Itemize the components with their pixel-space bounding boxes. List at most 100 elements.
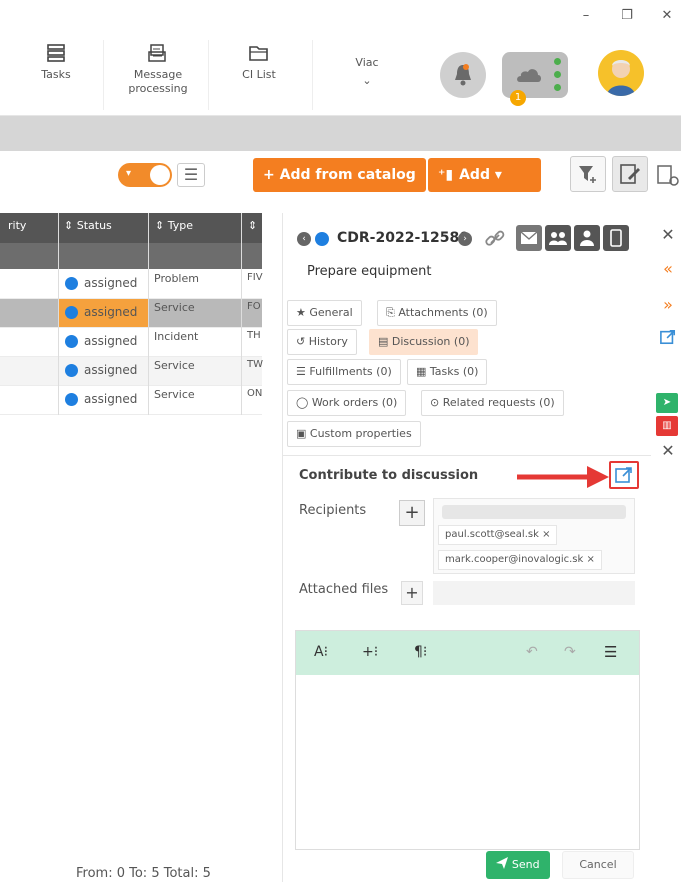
attached-files-field[interactable] [433,581,635,605]
close-window-button[interactable]: ✕ [657,8,677,23]
paragraph-format-button[interactable]: ¶⁝ [414,644,427,660]
list-format-button[interactable]: ☰ [604,643,617,661]
send-button[interactable]: Send [486,851,550,879]
font-format-button[interactable]: A⁝ [314,644,328,660]
filter-add-button[interactable] [570,156,606,192]
settings-button[interactable] [656,163,681,189]
open-in-new-window-button[interactable] [609,461,639,489]
tab-related-requests[interactable]: ⊙ Related requests (0) [421,390,564,416]
tasks-button[interactable]: Tasks [34,44,78,82]
column-header-type[interactable]: ⇕ Type [155,219,193,232]
tab-related-requests-label: Related requests (0) [442,396,555,409]
cancel-button[interactable]: Cancel [562,851,634,879]
sync-status-button[interactable]: 1 [502,52,568,106]
team-button[interactable] [545,225,571,251]
sync-count-badge: 1 [510,90,526,106]
recipient-email: mark.cooper@inovalogic.sk [445,554,584,565]
editor-toolbar: A⁝ +⁝ ¶⁝ ↶ ↷ ☰ [296,631,639,675]
undo-button[interactable]: ↶ [526,644,538,660]
tab-fulfillments-label: Fulfillments (0) [309,365,392,378]
notifications-button[interactable] [440,52,486,98]
next-column-cell: FO [247,301,261,312]
toolbar-divider [312,40,313,110]
ci-list-label: CI List [242,68,276,81]
tab-tasks-label: Tasks (0) [429,365,479,378]
tab-fulfillments[interactable]: ☰ Fulfillments (0) [287,359,401,385]
table-row[interactable]: assigned Service ON [0,386,262,415]
close-discussion-icon[interactable]: ✕ [658,441,678,460]
next-record-icon[interactable]: › [458,232,472,246]
remove-icon[interactable]: × [586,554,594,565]
status-cell: assigned [84,363,138,377]
recipient-tag[interactable]: mark.cooper@inovalogic.sk × [438,550,602,570]
tab-attachments[interactable]: ⎘ Attachments (0) [377,300,497,326]
type-cell: Problem [154,272,199,285]
add-from-catalog-button[interactable]: + Add from catalog [253,158,426,192]
tasks-label: Tasks [41,68,71,81]
restore-button[interactable]: ❐ [617,8,637,23]
insert-button[interactable]: +⁝ [362,644,378,660]
ticket-id: CDR-2022-12580 [337,230,469,246]
close-panel-icon[interactable]: ✕ [658,225,678,244]
tab-tasks[interactable]: ▦ Tasks (0) [407,359,488,385]
add-item-icon: ⁺▮ [438,167,454,183]
recipient-tag[interactable]: paul.scott@seal.sk × [438,525,558,545]
action-bar: ▾ ☰ + Add from catalog ⁺▮ Add ▾ [0,151,681,201]
column-header-status[interactable]: ⇕ Status [64,219,112,232]
send-quick-icon[interactable]: ➤ [656,393,678,413]
link-icon[interactable] [483,227,507,251]
main-toolbar: Tasks Message processing CI List Viac ⌄ … [0,34,681,116]
table-row[interactable]: assigned Service FO [0,299,262,328]
discussion-editor[interactable]: A⁝ +⁝ ¶⁝ ↶ ↷ ☰ [295,630,640,850]
mobile-button[interactable] [603,225,629,251]
table-row[interactable]: assigned Incident TH [0,328,262,357]
delete-icon[interactable]: ▥ [656,416,678,436]
edit-columns-button[interactable] [612,156,648,192]
menu-icon: ☰ [183,165,199,184]
tab-custom-properties[interactable]: ▣ Custom properties [287,421,421,447]
tab-work-orders[interactable]: ◯ Work orders (0) [287,390,407,416]
next-column-cell: FIV [247,272,263,283]
minimize-button[interactable]: – [576,8,596,23]
tab-history[interactable]: ↺ History [287,329,357,355]
expand-right-icon[interactable]: » [658,295,678,314]
tab-general-label: General [309,306,353,319]
column-header-priority[interactable]: rity [8,219,26,232]
send-icon [496,857,509,869]
ci-list-button[interactable]: CI List [232,44,286,82]
redo-button[interactable]: ↷ [564,644,576,660]
add-button[interactable]: ⁺▮ Add ▾ [428,158,541,192]
add-recipient-button[interactable]: + [399,500,425,526]
remove-icon[interactable]: × [542,529,550,540]
sort-icon: ⇕ [64,219,74,232]
status-dot [315,232,329,246]
person-button[interactable] [574,225,600,251]
email-button[interactable] [516,225,542,251]
add-attachment-button[interactable]: + [401,581,423,605]
tab-discussion[interactable]: ▤ Discussion (0) [369,329,479,355]
type-header-label: Type [167,219,193,232]
more-dropdown[interactable]: Viac ⌄ [344,56,390,88]
open-external-icon[interactable] [658,329,678,349]
paperclip-icon: ⎘ [386,306,395,319]
table-row[interactable]: assigned Problem FIV [0,270,263,299]
users-icon [549,232,567,245]
recipient-input-blurred[interactable] [442,505,626,519]
collapse-left-icon[interactable]: « [658,259,678,278]
next-column-cell: TH [247,330,261,341]
cloud-icon [517,69,541,82]
add-label: Add ▾ [459,167,502,183]
toolbar-divider [103,40,104,110]
previous-record-icon[interactable]: ‹ [297,232,311,246]
message-processing-button[interactable]: Message processing [118,44,198,96]
attached-files-label: Attached files [299,582,389,597]
filter-toggle[interactable]: ▾ [118,163,172,187]
user-avatar[interactable] [598,50,644,96]
list-menu-button[interactable]: ☰ [177,163,205,187]
tab-general[interactable]: ★ General [287,300,362,326]
column-header-next[interactable]: ⇕ [248,219,257,232]
table-row[interactable]: assigned Service TW [0,357,263,386]
sort-icon: ⇕ [248,219,258,232]
table-filter-row [0,243,262,269]
tab-work-orders-label: Work orders (0) [311,396,398,409]
